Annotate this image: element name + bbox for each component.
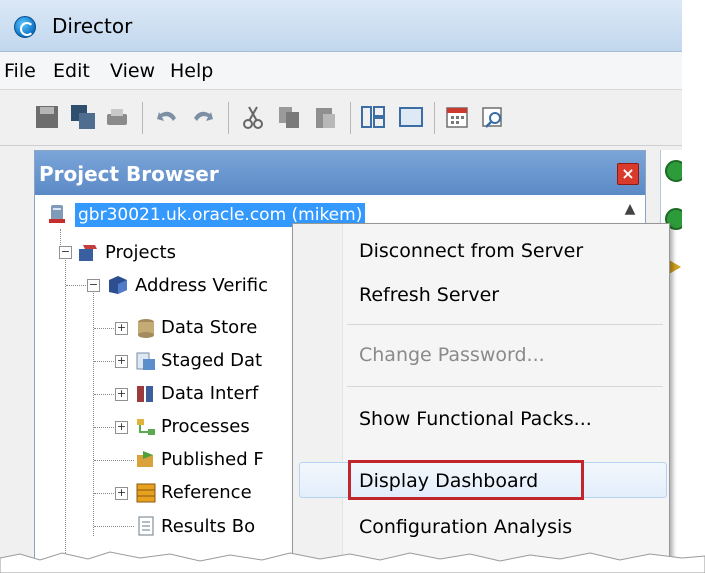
context-menu: Disconnect from Server Refresh Server Ch… bbox=[292, 223, 670, 573]
menu-separator bbox=[347, 386, 663, 387]
menu-show-functional-packs[interactable]: Show Functional Packs... bbox=[359, 408, 592, 430]
project-browser-title: Project Browser bbox=[39, 162, 219, 186]
data-interface-expander[interactable]: + bbox=[115, 388, 128, 401]
toolbar-separator bbox=[434, 102, 435, 134]
scroll-up-icon[interactable]: ▲ bbox=[621, 201, 639, 221]
processes-expander[interactable]: + bbox=[115, 421, 128, 434]
menu-edit[interactable]: Edit bbox=[53, 60, 90, 82]
tree-line bbox=[65, 253, 66, 553]
staged-data-expander[interactable]: + bbox=[115, 355, 128, 368]
menu-help[interactable]: Help bbox=[170, 60, 213, 82]
toolbar-separator bbox=[228, 102, 229, 134]
reference-expander[interactable]: + bbox=[115, 487, 128, 500]
tree-line bbox=[94, 526, 134, 527]
tree-node-label[interactable]: Data Store bbox=[161, 317, 257, 338]
project-browser-header: Project Browser × bbox=[35, 151, 645, 195]
tree-node-label[interactable]: Published F bbox=[161, 449, 264, 470]
data-store-expander[interactable]: + bbox=[115, 322, 128, 335]
maximize-icon[interactable] bbox=[398, 104, 424, 130]
project-icon bbox=[109, 276, 127, 294]
redo-icon[interactable] bbox=[190, 104, 216, 130]
torn-edge-decoration bbox=[0, 551, 705, 573]
toolbar-separator bbox=[350, 102, 351, 134]
menu-bar: File Edit View Help bbox=[0, 52, 682, 90]
tree-node-label[interactable]: Reference bbox=[161, 482, 252, 503]
cut-icon[interactable] bbox=[240, 104, 266, 130]
find-icon[interactable] bbox=[480, 104, 506, 130]
projects-expander[interactable]: − bbox=[59, 246, 72, 259]
reference-icon bbox=[136, 483, 156, 503]
context-menu-gutter bbox=[293, 224, 343, 572]
server-icon bbox=[49, 205, 65, 223]
paste-icon[interactable] bbox=[312, 104, 338, 130]
tree-node-label[interactable]: Staged Dat bbox=[161, 350, 262, 371]
data-store-icon bbox=[138, 319, 154, 338]
tree-line bbox=[94, 427, 114, 428]
calendar-icon[interactable] bbox=[444, 104, 470, 130]
tree-line bbox=[94, 493, 114, 494]
save-all-icon[interactable] bbox=[70, 104, 96, 130]
project-expander[interactable]: − bbox=[87, 279, 100, 292]
tree-node-label[interactable]: Processes bbox=[161, 416, 250, 437]
close-icon[interactable]: × bbox=[617, 163, 639, 185]
tree-line bbox=[94, 460, 134, 461]
print-icon[interactable] bbox=[104, 104, 130, 130]
highlight-box bbox=[348, 460, 584, 500]
toolbar bbox=[0, 90, 682, 146]
tree-line bbox=[94, 328, 114, 329]
title-bar: Director bbox=[0, 0, 682, 52]
menu-disconnect-from-server[interactable]: Disconnect from Server bbox=[359, 240, 583, 262]
menu-change-password: Change Password... bbox=[359, 344, 545, 366]
save-icon[interactable] bbox=[34, 104, 60, 130]
tree-node-label[interactable]: Data Interf bbox=[161, 383, 258, 404]
tree-node-label[interactable]: Results Bo bbox=[161, 516, 255, 537]
director-logo-icon bbox=[14, 16, 36, 38]
toolbar-separator bbox=[142, 102, 143, 134]
undo-icon[interactable] bbox=[154, 104, 180, 130]
tree-line bbox=[66, 285, 86, 286]
processes-icon bbox=[137, 419, 155, 435]
window-title: Director bbox=[52, 14, 133, 38]
data-interface-icon bbox=[137, 386, 153, 402]
tree-line bbox=[94, 361, 114, 362]
projects-icon bbox=[79, 245, 97, 261]
copy-icon[interactable] bbox=[276, 104, 302, 130]
layout-icon[interactable] bbox=[360, 104, 386, 130]
published-icon bbox=[137, 451, 153, 467]
menu-configuration-analysis[interactable]: Configuration Analysis bbox=[359, 516, 572, 538]
home-icon[interactable] bbox=[665, 160, 682, 182]
menu-view[interactable]: View bbox=[110, 60, 155, 82]
staged-data-icon bbox=[136, 352, 155, 370]
projects-label[interactable]: Projects bbox=[105, 242, 176, 263]
menu-separator bbox=[347, 324, 663, 325]
menu-refresh-server[interactable]: Refresh Server bbox=[359, 284, 499, 306]
project-label[interactable]: Address Verific bbox=[135, 275, 268, 296]
menu-file[interactable]: File bbox=[4, 60, 36, 82]
tree-line bbox=[94, 394, 114, 395]
results-book-icon bbox=[138, 516, 154, 536]
